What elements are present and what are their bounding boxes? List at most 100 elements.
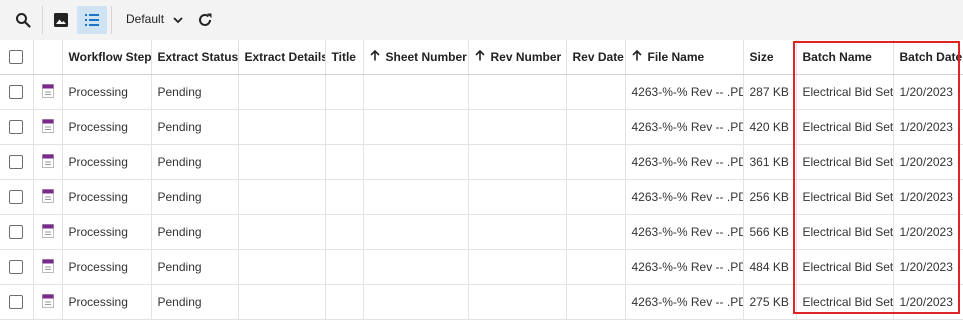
column-label: Title xyxy=(331,50,356,64)
pdf-file-icon xyxy=(41,258,54,273)
title-cell xyxy=(325,284,364,320)
table-row[interactable]: Processing Pending 4263-%-% Rev -- .PDF … xyxy=(0,109,963,145)
file-name-cell: 4263-%-% Rev -- .PDF xyxy=(625,214,744,250)
workflow-step-cell: Processing xyxy=(62,214,152,250)
documents-grid: Workflow Step Extract Status Extract Det… xyxy=(0,40,963,320)
size-cell: 287 KB xyxy=(743,74,797,110)
title-cell xyxy=(325,109,364,145)
list-view-button[interactable] xyxy=(77,6,107,34)
select-all-cell xyxy=(0,40,34,75)
row-checkbox[interactable] xyxy=(9,225,24,240)
row-checkbox-cell xyxy=(0,74,34,110)
rev-number-cell xyxy=(468,284,567,320)
icon-column-header xyxy=(33,40,63,75)
rev-number-cell xyxy=(468,249,567,285)
list-icon xyxy=(85,14,99,26)
size-cell: 420 KB xyxy=(743,109,797,145)
column-header-batch-name[interactable]: Batch Name xyxy=(796,40,894,75)
extract-details-cell xyxy=(238,179,326,215)
size-cell: 566 KB xyxy=(743,214,797,250)
row-checkbox[interactable] xyxy=(9,295,24,310)
column-label: File Name xyxy=(647,50,705,64)
extract-details-cell xyxy=(238,249,326,285)
pdf-file-icon xyxy=(41,188,54,203)
batch-date-cell: 1/20/2023 xyxy=(893,284,963,320)
row-checkbox[interactable] xyxy=(9,120,24,135)
table-row[interactable]: Processing Pending 4263-%-% Rev -- .PDF … xyxy=(0,179,963,215)
workflow-step-cell: Processing xyxy=(62,179,152,215)
title-cell xyxy=(325,144,364,180)
column-header-file-name[interactable]: File Name xyxy=(625,40,744,75)
workflow-step-cell: Processing xyxy=(62,109,152,145)
column-label: Rev Date xyxy=(572,50,624,64)
rev-date-cell xyxy=(566,284,626,320)
toolbar-divider xyxy=(111,6,112,34)
file-type-cell xyxy=(33,144,63,180)
rev-number-cell xyxy=(468,214,567,250)
toolbar-divider xyxy=(42,6,43,34)
batch-name-cell: Electrical Bid Set xyxy=(796,249,894,285)
image-view-button[interactable] xyxy=(46,6,76,34)
select-all-checkbox[interactable] xyxy=(9,50,24,65)
search-button[interactable] xyxy=(8,6,38,34)
rev-date-cell xyxy=(566,214,626,250)
column-header-extract-status[interactable]: Extract Status xyxy=(151,40,239,75)
extract-details-cell xyxy=(238,144,326,180)
column-header-size[interactable]: Size xyxy=(743,40,797,75)
sort-ascending-icon xyxy=(369,50,380,61)
row-checkbox[interactable] xyxy=(9,260,24,275)
sheet-number-cell xyxy=(363,284,469,320)
toolbar: Default xyxy=(0,0,963,40)
workflow-step-cell: Processing xyxy=(62,249,152,285)
table-row[interactable]: Processing Pending 4263-%-% Rev -- .PDF … xyxy=(0,214,963,250)
extract-details-cell xyxy=(238,74,326,110)
view-selector[interactable]: Default xyxy=(126,12,184,26)
title-cell xyxy=(325,249,364,285)
rev-date-cell xyxy=(566,109,626,145)
row-checkbox[interactable] xyxy=(9,190,24,205)
row-checkbox[interactable] xyxy=(9,155,24,170)
batch-date-cell: 1/20/2023 xyxy=(893,109,963,145)
column-header-title[interactable]: Title xyxy=(325,40,364,75)
rev-date-cell xyxy=(566,144,626,180)
sort-ascending-icon xyxy=(474,50,485,61)
column-header-extract-details[interactable]: Extract Details xyxy=(238,40,326,75)
column-header-rev-date[interactable]: Rev Date xyxy=(566,40,626,75)
extract-details-cell xyxy=(238,284,326,320)
row-checkbox[interactable] xyxy=(9,85,24,100)
rev-date-cell xyxy=(566,249,626,285)
size-cell: 275 KB xyxy=(743,284,797,320)
title-cell xyxy=(325,179,364,215)
view-selector-label: Default xyxy=(126,12,165,26)
table-row[interactable]: Processing Pending 4263-%-% Rev -- .PDF … xyxy=(0,144,963,180)
extract-status-cell: Pending xyxy=(151,214,239,250)
pdf-file-icon xyxy=(41,223,54,238)
extract-details-cell xyxy=(238,109,326,145)
column-header-batch-date[interactable]: Batch Date xyxy=(893,40,963,75)
column-label: Rev Number xyxy=(490,50,562,64)
workflow-step-cell: Processing xyxy=(62,74,152,110)
table-row[interactable]: Processing Pending 4263-%-% Rev -- .PDF … xyxy=(0,74,963,110)
column-header-sheet-number[interactable]: Sheet Number xyxy=(363,40,469,75)
table-header-row: Workflow Step Extract Status Extract Det… xyxy=(0,40,963,75)
table-row[interactable]: Processing Pending 4263-%-% Rev -- .PDF … xyxy=(0,249,963,285)
sheet-number-cell xyxy=(363,179,469,215)
refresh-button[interactable] xyxy=(190,6,220,34)
batch-name-cell: Electrical Bid Set xyxy=(796,109,894,145)
search-icon xyxy=(16,13,31,28)
batch-name-cell: Electrical Bid Set xyxy=(796,284,894,320)
column-label: Batch Name xyxy=(802,50,872,64)
column-header-rev-number[interactable]: Rev Number xyxy=(468,40,567,75)
row-checkbox-cell xyxy=(0,284,34,320)
title-cell xyxy=(325,74,364,110)
refresh-icon xyxy=(199,13,212,26)
column-label: Sheet Number xyxy=(385,50,467,64)
column-label: Batch Date xyxy=(899,50,963,64)
file-type-cell xyxy=(33,109,63,145)
sheet-number-cell xyxy=(363,109,469,145)
sheet-number-cell xyxy=(363,74,469,110)
batch-date-cell: 1/20/2023 xyxy=(893,214,963,250)
table-row[interactable]: Processing Pending 4263-%-% Rev -- .PDF … xyxy=(0,284,963,320)
column-header-workflow-step[interactable]: Workflow Step xyxy=(62,40,152,75)
column-label: Extract Status xyxy=(157,50,238,64)
